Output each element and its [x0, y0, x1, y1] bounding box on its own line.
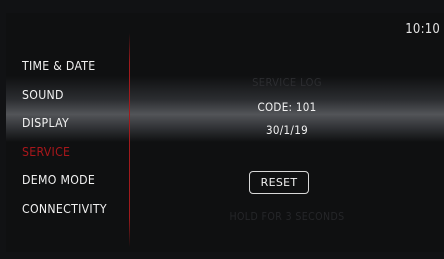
menu-item-demo-mode[interactable]: DEMO MODE: [22, 172, 107, 201]
service-panel: SERVICE LOG CODE: 101 30/1/19 RESET HOLD…: [130, 13, 444, 252]
hold-hint: HOLD FOR 3 SECONDS: [229, 211, 345, 223]
service-date: 30/1/19: [266, 123, 308, 137]
menu-item-time-date[interactable]: TIME & DATE: [22, 58, 107, 87]
menu-item-display[interactable]: DISPLAY: [22, 115, 107, 144]
menu-item-connectivity[interactable]: CONNECTIVITY: [22, 201, 107, 230]
settings-menu: TIME & DATE SOUND DISPLAY SERVICE DEMO M…: [22, 58, 107, 230]
settings-screen: 10:10 TIME & DATE SOUND DISPLAY SERVICE …: [6, 13, 444, 252]
service-code: CODE: 101: [257, 100, 317, 114]
menu-item-sound[interactable]: SOUND: [22, 87, 107, 116]
menu-item-service[interactable]: SERVICE: [22, 144, 107, 173]
reset-button[interactable]: RESET: [249, 171, 309, 194]
service-log-title: SERVICE LOG: [252, 76, 322, 89]
